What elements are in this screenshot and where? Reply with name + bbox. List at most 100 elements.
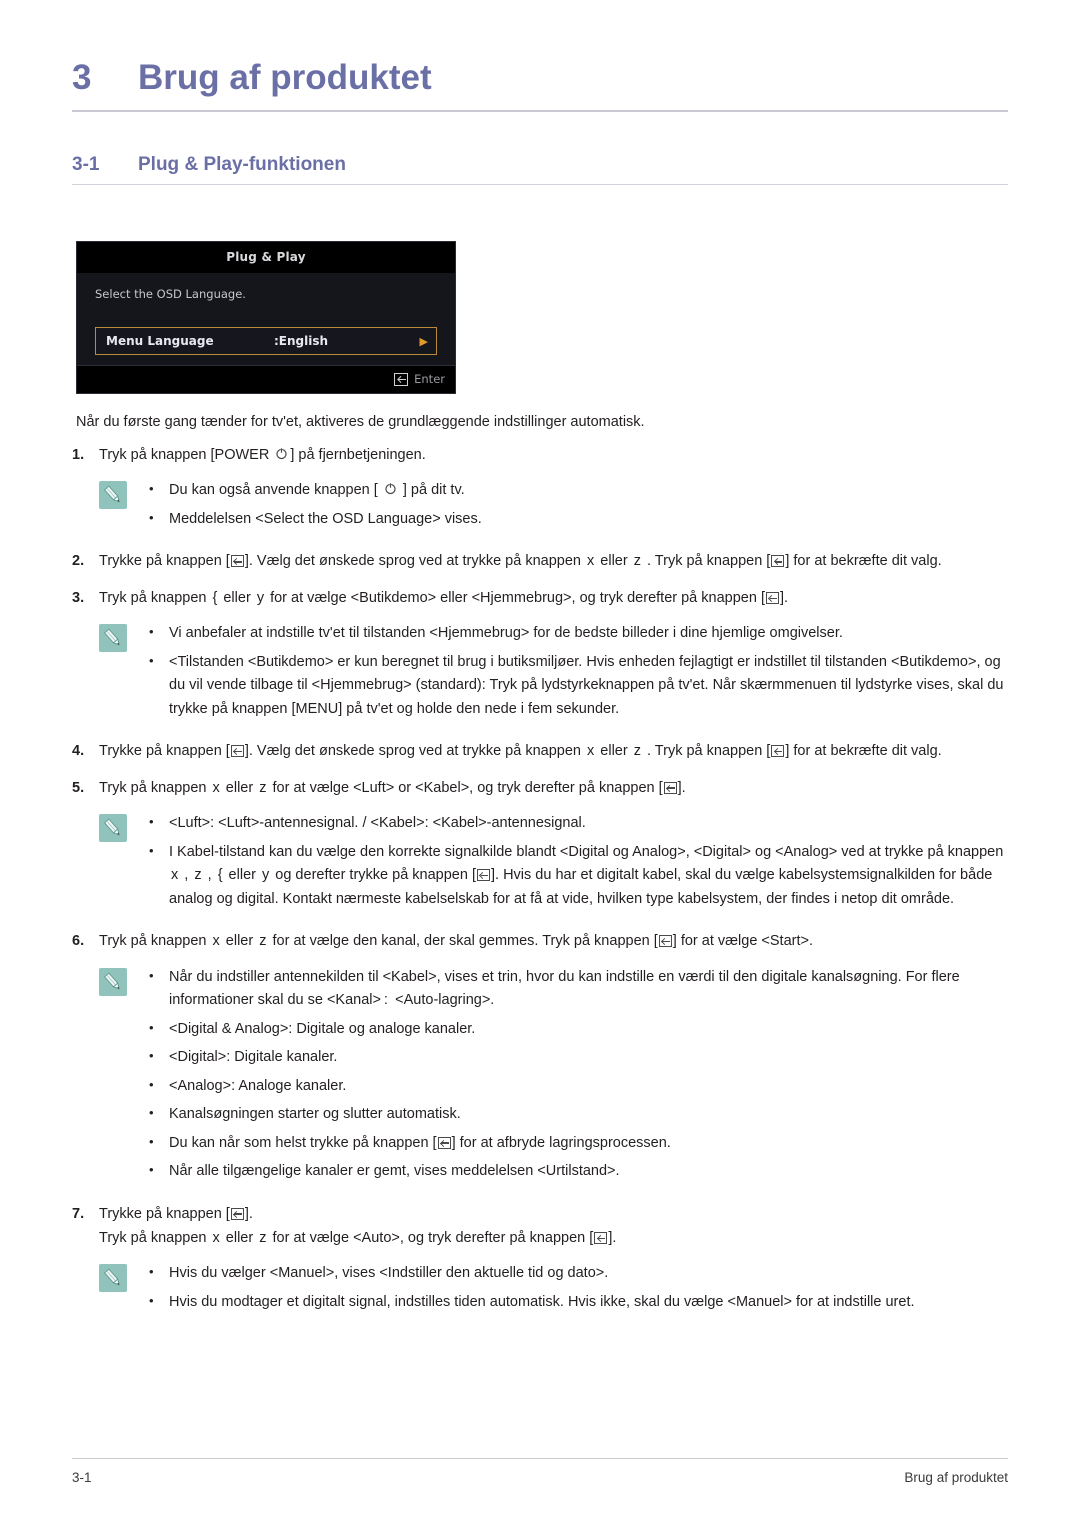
note-list: Hvis du vælger <Manuel>, vises <Indstill… [143, 1261, 1008, 1319]
pencil-note-icon [99, 1264, 127, 1293]
chapter-title: Brug af produktet [138, 58, 432, 97]
step-item: 1. Tryk på knappen [POWER ] på fjernbetje… [72, 444, 1008, 466]
step-subtext: Tryk på knappen x eller z for at vælge <… [99, 1230, 617, 1246]
enter-key-icon [437, 1136, 451, 1149]
note-icon-cell [99, 966, 143, 1189]
pencil-note-icon [99, 624, 127, 653]
arrow-key-glyph: z [633, 743, 641, 760]
arrow-key-glyph: x [171, 867, 179, 884]
step-item: 6. Tryk på knappen x eller z for at vælge… [72, 930, 1008, 952]
osd-figure: Plug & Play Select the OSD Language. Men… [76, 241, 1008, 394]
footer-chapter-name: Brug af produktet [904, 1470, 1008, 1485]
step-number: 3. [72, 589, 85, 606]
enter-key-icon [477, 869, 490, 882]
note-block: Hvis du vælger <Manuel>, vises <Indstill… [99, 1261, 1008, 1319]
note-list-item: Du kan når som helst trykke på knappen [… [143, 1131, 1008, 1155]
power-icon [385, 483, 396, 495]
osd-body: Select the OSD Language. Menu Language :… [77, 273, 455, 365]
enter-key-icon [771, 745, 785, 758]
note-list: Når du indstiller antennekilden til <Kab… [143, 965, 1008, 1189]
note-list: Vi anbefaler at indstille tv'et til tils… [143, 621, 1008, 726]
osd-footer-label: Enter [414, 372, 445, 386]
section-divider [72, 184, 1008, 185]
arrow-key-glyph: y [256, 589, 265, 606]
pencil-note-icon [99, 814, 127, 843]
power-icon [276, 447, 288, 460]
note-list: Du kan også anvende knappen [ ] på dit t… [143, 478, 1008, 536]
arrow-key-glyph: { [217, 867, 223, 884]
enter-key-icon [230, 1207, 244, 1220]
arrow-key-glyph: z [259, 933, 267, 950]
note-list-item: Når du indstiller antennekilden til <Kab… [143, 965, 1008, 1013]
step-number: 4. [72, 743, 85, 760]
step-text: Tryk på knappen [POWER ] på fjernbetjeni… [99, 447, 426, 463]
note-block: Når du indstiller antennekilden til <Kab… [99, 965, 1008, 1189]
step-text: Tryk på knappen x eller z for at vælge <… [99, 779, 686, 796]
note-list-item: Kanalsøgningen starter og slutter automa… [143, 1102, 1008, 1126]
osd-title: Plug & Play [77, 242, 455, 273]
step-number: 5. [72, 779, 85, 796]
note-icon-cell [99, 812, 143, 916]
section-number: 3-1 [72, 154, 100, 175]
pencil-note-icon [99, 481, 127, 510]
section-heading: 3-1 Plug & Play-funktionen [72, 154, 1008, 176]
note-list-item: Meddelelsen <Select the OSD Language> vi… [143, 507, 1008, 531]
osd-menu-language-row[interactable]: Menu Language :English ▶ [95, 327, 437, 355]
step-number: 1. [72, 447, 85, 463]
note-list-item: <Luft>: <Luft>-antennesignal. / <Kabel>:… [143, 811, 1008, 835]
enter-key-icon [663, 781, 677, 794]
chapter-number: 3 [72, 58, 92, 97]
arrow-key-glyph: x [587, 553, 595, 570]
steps-list: 1. Tryk på knappen [POWER ] på fjernbetje… [72, 444, 1008, 1319]
step-text: Trykke på knappen []. Vælg det ønskede s… [99, 743, 942, 760]
enter-key-icon [394, 372, 409, 386]
chevron-right-icon[interactable]: ▶ [420, 336, 428, 347]
note-list-item: <Digital & Analog>: Digitale og analoge … [143, 1017, 1008, 1041]
osd-screen: Plug & Play Select the OSD Language. Men… [76, 241, 456, 394]
note-icon-cell [99, 479, 143, 536]
step-number: 2. [72, 553, 85, 570]
footer-page-number: 3-1 [72, 1470, 92, 1485]
osd-row-label: Menu Language [106, 334, 214, 348]
note-list-item: <Tilstanden <Butikdemo> er kun beregnet … [143, 650, 1008, 721]
arrow-key-glyph: y [262, 867, 270, 884]
chapter-heading: 3 Brug af produktet [72, 0, 1008, 98]
note-list: <Luft>: <Luft>-antennesignal. / <Kabel>:… [143, 811, 1008, 916]
page-footer: 3-1 Brug af produktet [72, 1458, 1008, 1485]
step-item: 4. Trykke på knappen []. Vælg det ønskede… [72, 740, 1008, 762]
section-title: Plug & Play-funktionen [138, 154, 346, 175]
enter-key-icon [230, 745, 244, 758]
step-number: 6. [72, 933, 85, 950]
arrow-key-glyph: z [259, 1230, 267, 1246]
note-list-item: Hvis du modtager et digitalt signal, ind… [143, 1290, 1008, 1314]
note-list-item: Når alle tilgængelige kanaler er gemt, v… [143, 1159, 1008, 1183]
arrow-key-glyph: z [194, 867, 202, 884]
arrow-key-glyph: x [587, 743, 595, 760]
document-page: 3 Brug af produktet 3-1 Plug & Play-funk… [0, 0, 1080, 1527]
osd-footer: Enter [77, 365, 455, 393]
arrow-key-glyph: x [212, 933, 220, 950]
step-item: 7. Trykke på knappen []. Tryk på knappen x… [72, 1203, 1008, 1250]
enter-key-icon [658, 935, 672, 948]
note-icon-cell [99, 622, 143, 726]
note-block: Du kan også anvende knappen [ ] på dit t… [99, 478, 1008, 536]
chapter-divider [72, 110, 1008, 112]
step-text: Tryk på knappen x eller z for at vælge d… [99, 933, 814, 950]
osd-row-value: :English [274, 334, 329, 348]
enter-key-icon [771, 555, 785, 568]
enter-key-icon [594, 1232, 608, 1244]
pencil-note-icon [99, 967, 127, 996]
step-item: 3. Tryk på knappen { eller y for at vælge… [72, 587, 1008, 609]
arrow-key-glyph: z [633, 553, 641, 570]
arrow-key-glyph: { [212, 589, 218, 606]
intro-paragraph: Når du første gang tænder for tv'et, akt… [76, 414, 645, 430]
note-list-item: Vi anbefaler at indstille tv'et til tils… [143, 621, 1008, 645]
note-list-item: Hvis du vælger <Manuel>, vises <Indstill… [143, 1261, 1008, 1285]
arrow-key-glyph: x [212, 1230, 220, 1246]
step-text: Tryk på knappen { eller y for at vælge <… [99, 589, 789, 606]
note-block: Vi anbefaler at indstille tv'et til tils… [99, 621, 1008, 726]
osd-prompt: Select the OSD Language. [95, 287, 246, 301]
step-text: Trykke på knappen []. Tryk på knappen x e… [99, 1203, 1008, 1250]
step-text: Trykke på knappen []. Vælg det ønskede s… [99, 553, 942, 570]
note-block: <Luft>: <Luft>-antennesignal. / <Kabel>:… [99, 811, 1008, 916]
